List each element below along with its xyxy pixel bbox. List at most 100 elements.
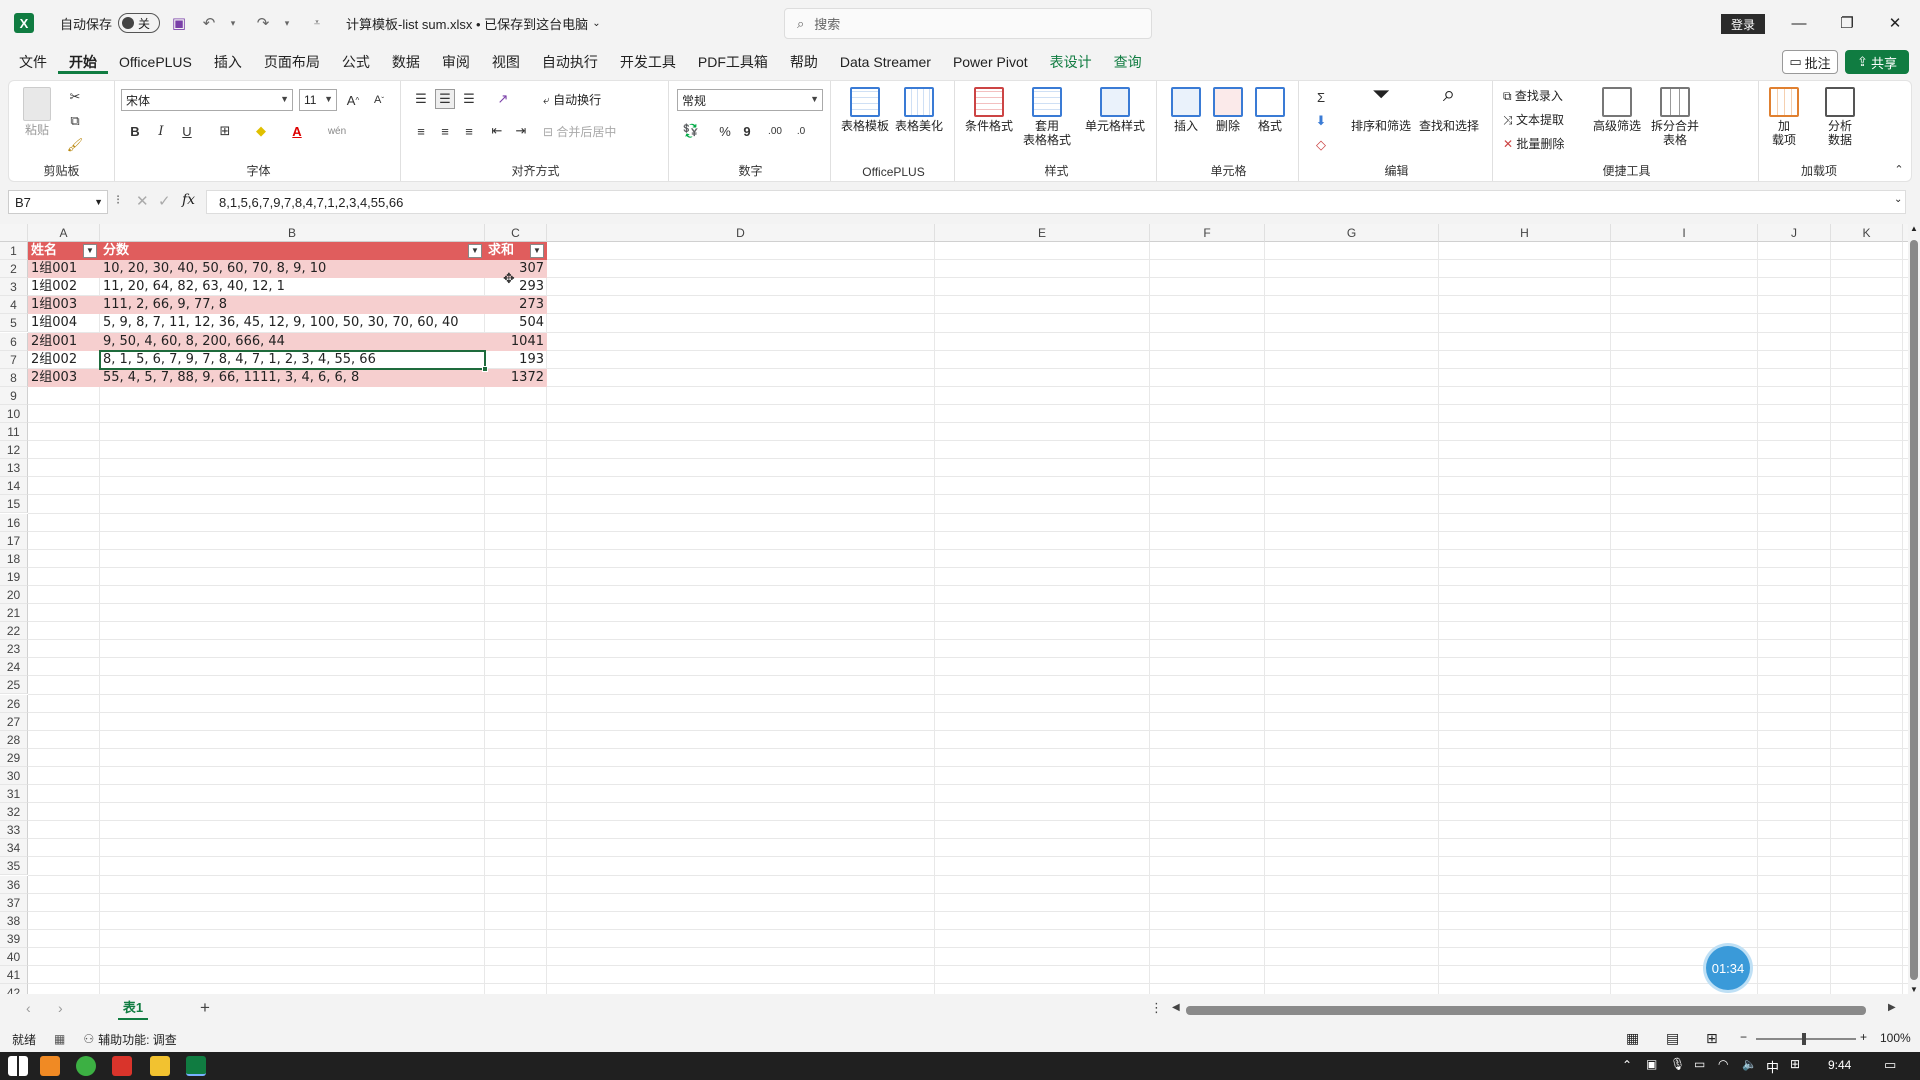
tab-review[interactable]: 审阅 xyxy=(431,50,481,74)
app-orange-icon[interactable] xyxy=(40,1056,60,1076)
table-cell[interactable]: 307 xyxy=(485,260,547,279)
ime-indicator[interactable]: 中 xyxy=(1766,1057,1779,1076)
underline-button[interactable]: U xyxy=(177,121,197,141)
row-header-34[interactable]: 34 xyxy=(0,839,28,858)
scroll-left-icon[interactable]: ◀ xyxy=(1172,1002,1180,1013)
table-cell[interactable]: 1组001 xyxy=(28,260,100,279)
column-header-e[interactable]: E xyxy=(935,224,1150,242)
table-cell[interactable]: 2组003 xyxy=(28,368,100,387)
column-header-f[interactable]: F xyxy=(1150,224,1265,242)
row-header-16[interactable]: 16 xyxy=(0,513,28,532)
table-cell[interactable]: 1组003 xyxy=(28,296,100,315)
align-middle-icon[interactable]: ☰ xyxy=(435,89,455,109)
italic-button[interactable]: I xyxy=(151,121,171,141)
split-merge-button[interactable]: 拆分合并 表格 xyxy=(1651,87,1699,147)
row-header-35[interactable]: 35 xyxy=(0,857,28,876)
decrease-decimal-icon[interactable]: .0 xyxy=(791,121,811,141)
row-header-3[interactable]: 3 xyxy=(0,278,28,297)
conditional-format-button[interactable]: 条件格式 xyxy=(965,87,1013,133)
expand-formula-icon[interactable]: ⌄ xyxy=(1894,194,1902,205)
table-cell[interactable]: 504 xyxy=(485,314,547,332)
align-top-icon[interactable]: ☰ xyxy=(411,89,431,109)
phonetic-icon[interactable]: wén xyxy=(327,121,347,141)
column-header-g[interactable]: G xyxy=(1265,224,1439,242)
borders-icon[interactable]: ⊞ xyxy=(215,121,235,141)
split-handle-icon[interactable]: ⋮ xyxy=(1150,1000,1163,1016)
vertical-scrollbar[interactable]: ▲ ▼ xyxy=(1908,224,1920,994)
clear-icon[interactable]: ◇ xyxy=(1311,135,1331,155)
batch-delete-button[interactable]: ✕ 批量删除 xyxy=(1503,135,1564,152)
row-header-10[interactable]: 10 xyxy=(0,404,28,423)
prev-sheet-icon[interactable]: ‹ xyxy=(26,1000,31,1016)
percent-icon[interactable]: % xyxy=(715,121,735,141)
autosave-toggle[interactable]: 关 xyxy=(118,13,161,33)
column-header-i[interactable]: I xyxy=(1611,224,1758,242)
tab-power-pivot[interactable]: Power Pivot xyxy=(942,50,1039,74)
row-header-13[interactable]: 13 xyxy=(0,459,28,478)
zoom-in-icon[interactable]: + xyxy=(1860,1030,1867,1044)
row-header-21[interactable]: 21 xyxy=(0,604,28,622)
tray-app-icon[interactable]: ▣ xyxy=(1646,1057,1657,1071)
table-cell[interactable]: 55, 4, 5, 7, 88, 9, 66, 1111, 3, 4, 6, 6… xyxy=(100,368,485,387)
zoom-slider-thumb[interactable] xyxy=(1802,1033,1806,1045)
table-cell[interactable]: 1组004 xyxy=(28,314,100,332)
tab-data-streamer[interactable]: Data Streamer xyxy=(829,50,942,74)
comma-style-icon[interactable]: 9 xyxy=(737,121,757,141)
row-header-27[interactable]: 27 xyxy=(0,712,28,731)
find-select-button[interactable]: ⌕ 查找和选择 xyxy=(1419,83,1479,134)
row-header-25[interactable]: 25 xyxy=(0,676,28,695)
bold-button[interactable]: B xyxy=(125,121,145,141)
decrease-indent-icon[interactable]: ⇤ xyxy=(487,121,507,141)
zoom-out-icon[interactable]: − xyxy=(1740,1030,1747,1044)
table-cell[interactable]: 111, 2, 66, 9, 77, 8 xyxy=(100,296,485,315)
shrink-font-icon[interactable]: Aˇ xyxy=(369,90,389,110)
table-cell[interactable]: 193 xyxy=(485,351,547,369)
increase-decimal-icon[interactable]: .00 xyxy=(765,121,785,141)
font-size-combo[interactable]: 11 ▼ xyxy=(299,89,337,111)
battery-icon[interactable]: ▭ xyxy=(1694,1057,1705,1071)
tab-home[interactable]: 开始 xyxy=(58,50,108,74)
text-extract-button[interactable]: ⤨ 文本提取 xyxy=(1503,111,1564,128)
row-header-6[interactable]: 6 xyxy=(0,332,28,351)
page-break-view-icon[interactable]: ⊞ xyxy=(1706,1030,1718,1047)
notification-icon[interactable]: ▭ xyxy=(1884,1057,1896,1073)
filter-dropdown-icon[interactable]: ▼ xyxy=(83,244,97,258)
align-center-icon[interactable]: ≡ xyxy=(435,121,455,141)
column-header-c[interactable]: C xyxy=(485,224,547,242)
row-header-38[interactable]: 38 xyxy=(0,911,28,930)
row-header-14[interactable]: 14 xyxy=(0,477,28,496)
tab-officeplus[interactable]: OfficePLUS xyxy=(108,50,203,74)
microphone-icon[interactable]: 🎙 xyxy=(1670,1057,1685,1071)
zoom-slider[interactable] xyxy=(1756,1033,1856,1045)
app-green-icon[interactable] xyxy=(76,1056,96,1076)
recording-timer[interactable]: 01:34 xyxy=(1706,946,1750,990)
excel-taskbar-icon[interactable] xyxy=(186,1056,206,1076)
row-header-42[interactable]: 42 xyxy=(0,984,28,994)
row-header-28[interactable]: 28 xyxy=(0,730,28,749)
tab-pdf-tools[interactable]: PDF工具箱 xyxy=(687,50,779,74)
align-right-icon[interactable]: ≡ xyxy=(459,121,479,141)
scroll-up-icon[interactable]: ▲ xyxy=(1910,224,1918,233)
row-header-9[interactable]: 9 xyxy=(0,386,28,405)
row-header-22[interactable]: 22 xyxy=(0,622,28,641)
orientation-icon[interactable]: ↗ xyxy=(493,89,513,109)
increase-indent-icon[interactable]: ⇥ xyxy=(511,121,531,141)
table-cell[interactable]: 10, 20, 30, 40, 50, 60, 70, 8, 9, 10 xyxy=(100,260,485,279)
sheet-tab-1[interactable]: 表1 xyxy=(118,998,148,1020)
table-cell[interactable]: 1041 xyxy=(485,332,547,351)
row-header-32[interactable]: 32 xyxy=(0,803,28,822)
advanced-filter-button[interactable]: 高级筛选 xyxy=(1593,87,1641,133)
horizontal-scroll-thumb[interactable] xyxy=(1186,1006,1866,1015)
grow-font-icon[interactable]: A ^ xyxy=(343,90,363,110)
table-template-button[interactable]: 表格模板 xyxy=(841,87,889,133)
cancel-icon[interactable]: ✕ xyxy=(136,192,149,210)
page-layout-view-icon[interactable]: ▤ xyxy=(1666,1030,1679,1047)
row-header-7[interactable]: 7 xyxy=(0,350,28,369)
collapse-ribbon-icon[interactable]: ⌃ xyxy=(1889,159,1909,179)
row-header-18[interactable]: 18 xyxy=(0,549,28,568)
scroll-down-icon[interactable]: ▼ xyxy=(1910,985,1918,994)
accessibility-status[interactable]: 辅助功能: 调查 xyxy=(98,1031,177,1048)
vertical-scroll-thumb[interactable] xyxy=(1910,240,1918,980)
merge-center-button[interactable]: ⊟ 合并后居中 xyxy=(543,123,616,140)
title-dropdown-icon[interactable]: ⌄ xyxy=(592,18,600,29)
